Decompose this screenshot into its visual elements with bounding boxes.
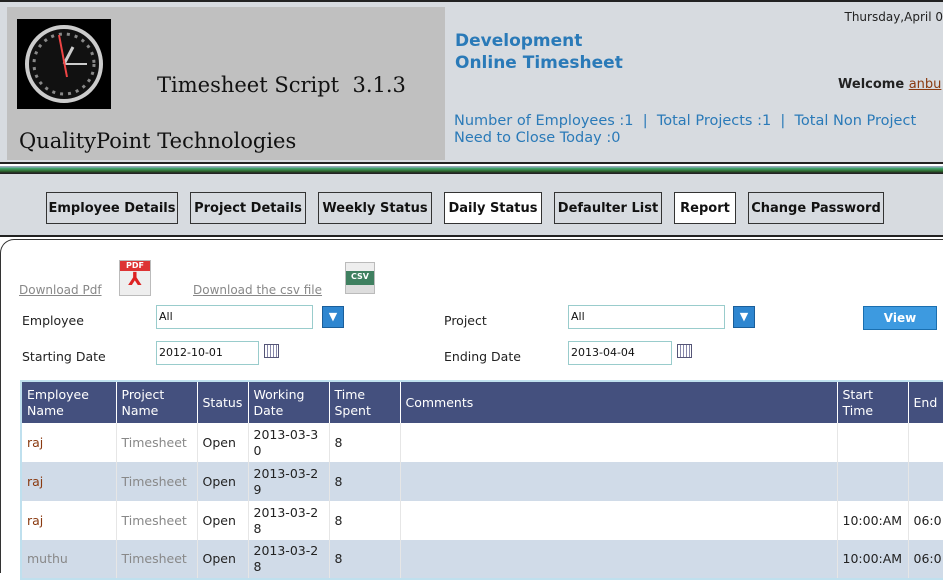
stats: Number of Employees :1 | Total Projects …	[454, 113, 916, 147]
report-table: Employee Name Project Name Status Workin…	[20, 380, 943, 580]
cell-status: Open	[197, 462, 248, 501]
cell-working-date: 2013-03-28	[248, 540, 329, 579]
heading-online-timesheet: Online Timesheet	[455, 52, 623, 74]
cell-end-time: 06:0	[908, 501, 943, 540]
company-name: QualityPoint Technologies	[19, 129, 296, 153]
nav-project-details[interactable]: Project Details	[190, 192, 306, 224]
calendar-icon[interactable]	[264, 344, 279, 358]
cell-employee-name[interactable]: raj	[21, 423, 116, 462]
cell-time-spent: 8	[329, 462, 400, 501]
cell-end-time	[908, 423, 943, 462]
cell-start-time: 10:00:AM	[837, 501, 908, 540]
header: Timesheet Script 3.1.3 QualityPoint Tech…	[0, 0, 943, 164]
ending-date-input[interactable]: 2013-04-04	[568, 341, 672, 365]
calendar-icon[interactable]	[677, 344, 692, 358]
cell-time-spent: 8	[329, 540, 400, 579]
nav-daily-status[interactable]: Daily Status	[444, 192, 542, 224]
cell-working-date: 2013-03-29	[248, 462, 329, 501]
table-row: rajTimesheetOpen2013-03-288 10:00:AM06:0	[21, 501, 943, 540]
cell-status: Open	[197, 423, 248, 462]
cell-employee-name[interactable]: raj	[21, 462, 116, 501]
heading-development: Development	[455, 30, 623, 52]
col-status: Status	[197, 381, 248, 423]
cell-comments	[400, 423, 837, 462]
employee-select[interactable]: All	[156, 305, 313, 329]
cell-comments	[400, 462, 837, 501]
col-project-name: Project Name	[116, 381, 197, 423]
table-row: muthuTimesheetOpen2013-03-288 10:00:AM06:…	[21, 540, 943, 579]
view-report-button[interactable]: View Report	[863, 306, 937, 330]
cell-end-time: 06:0	[908, 540, 943, 579]
nav-weekly-status[interactable]: Weekly Status	[318, 192, 432, 224]
cell-comments	[400, 501, 837, 540]
nav-employee-details[interactable]: Employee Details	[46, 192, 178, 224]
project-dropdown-icon[interactable]: ▼	[733, 306, 755, 328]
nav-bar: Employee Details Project Details Weekly …	[0, 174, 943, 237]
cell-project-name: Timesheet	[116, 423, 197, 462]
welcome-label: Welcome	[838, 77, 904, 92]
cell-start-time: 10:00:AM	[837, 540, 908, 579]
divider	[0, 166, 943, 174]
cell-time-spent: 8	[329, 501, 400, 540]
logo-panel: Timesheet Script 3.1.3 QualityPoint Tech…	[7, 7, 445, 160]
col-employee-name: Employee Name	[21, 381, 116, 423]
ending-date-label: Ending Date	[444, 349, 521, 364]
project-select[interactable]: All	[568, 305, 725, 329]
cell-project-name: Timesheet	[116, 540, 197, 579]
cell-status: Open	[197, 501, 248, 540]
cell-end-time	[908, 462, 943, 501]
user-link[interactable]: anbu	[909, 77, 942, 92]
starting-date-input[interactable]: 2012-10-01	[156, 341, 259, 365]
table-row: rajTimesheetOpen2013-03-308	[21, 423, 943, 462]
col-time-spent: Time Spent	[329, 381, 400, 423]
app-title: Timesheet Script 3.1.3	[157, 73, 406, 97]
cell-working-date: 2013-03-30	[248, 423, 329, 462]
welcome-text: Welcome anbu |	[838, 77, 943, 92]
pdf-icon[interactable]: PDF⅄	[119, 260, 151, 296]
cell-project-name: Timesheet	[116, 501, 197, 540]
cell-start-time	[837, 462, 908, 501]
cell-employee-name[interactable]: raj	[21, 501, 116, 540]
table-header-row: Employee Name Project Name Status Workin…	[21, 381, 943, 423]
nav-change-password[interactable]: Change Password	[748, 192, 884, 224]
nav-defaulter-list[interactable]: Defaulter List	[554, 192, 662, 224]
nav-report[interactable]: Report	[674, 192, 736, 224]
download-pdf-link[interactable]: Download Pdf	[19, 283, 102, 297]
download-csv-link[interactable]: Download the csv file	[193, 283, 322, 297]
csv-icon-label: CSV	[351, 272, 369, 281]
project-label: Project	[444, 313, 487, 328]
col-start-time: Start Time	[837, 381, 908, 423]
stats-line-1: Number of Employees :1 | Total Projects …	[454, 113, 916, 130]
employee-label: Employee	[22, 313, 84, 328]
cell-start-time	[837, 423, 908, 462]
clock-logo-icon	[17, 19, 111, 109]
cell-status: Open	[197, 540, 248, 579]
current-date: Thursday,April 0	[845, 10, 943, 24]
cell-employee-name[interactable]: muthu	[21, 540, 116, 579]
col-comments: Comments	[400, 381, 837, 423]
col-working-date: Working Date	[248, 381, 329, 423]
cell-project-name: Timesheet	[116, 462, 197, 501]
csv-icon[interactable]: CSV	[345, 262, 375, 294]
cell-time-spent: 8	[329, 423, 400, 462]
employee-dropdown-icon[interactable]: ▼	[322, 306, 344, 328]
starting-date-label: Starting Date	[22, 349, 106, 364]
cell-comments	[400, 540, 837, 579]
stats-line-2: Need to Close Today :0	[454, 130, 916, 147]
col-end-time: End	[908, 381, 943, 423]
table-row: rajTimesheetOpen2013-03-298	[21, 462, 943, 501]
report-content: Download Pdf PDF⅄ Download the csv file …	[0, 239, 943, 573]
cell-working-date: 2013-03-28	[248, 501, 329, 540]
